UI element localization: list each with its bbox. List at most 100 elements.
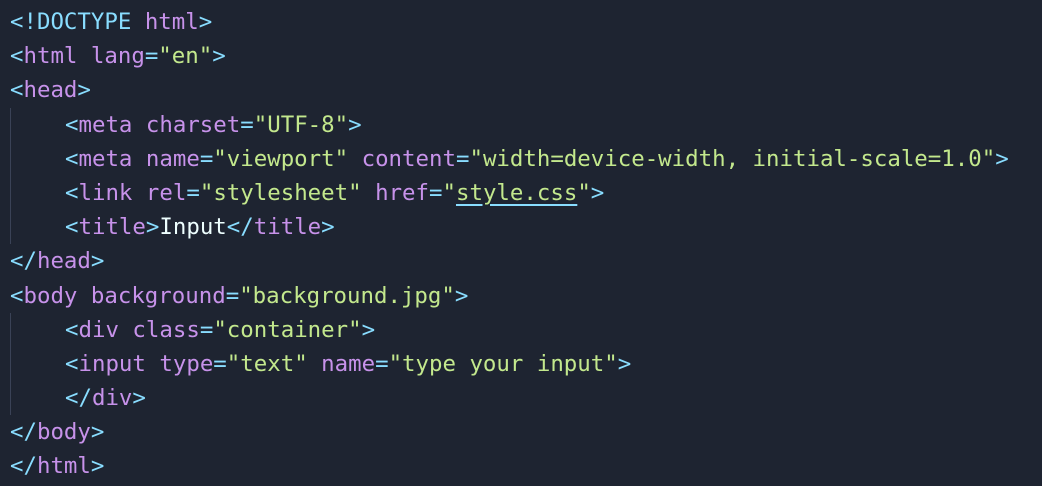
code-line[interactable]: <title>Input</title> — [10, 210, 1009, 244]
code-token: = — [429, 179, 443, 206]
code-token: meta — [78, 145, 133, 172]
code-token: < — [10, 43, 24, 70]
code-token: " — [348, 316, 362, 343]
code-token: < — [65, 145, 79, 172]
code-token: = — [455, 145, 470, 172]
code-token: class — [132, 316, 200, 343]
stylesheet-link[interactable]: style.css — [456, 180, 577, 206]
code-token: link — [78, 179, 133, 206]
code-line[interactable]: <!DOCTYPE html> — [10, 5, 1009, 39]
code-token: " — [441, 282, 455, 309]
code-line[interactable]: <input type="text" name="type your input… — [10, 347, 1009, 381]
code-token: div — [91, 385, 133, 412]
code-line[interactable]: <body background="background.jpg"> — [10, 279, 1009, 313]
code-token: </ — [65, 385, 92, 412]
code-token: UTF-8 — [267, 111, 335, 138]
code-token: " — [604, 350, 618, 377]
code-token: < — [65, 214, 79, 241]
code-line[interactable]: <html lang="en"> — [10, 39, 1009, 73]
code-line[interactable]: <div class="container"> — [10, 313, 1009, 347]
code-token: </ — [10, 419, 37, 446]
code-token: content — [361, 145, 456, 172]
code-text-area[interactable]: <!DOCTYPE html> <html lang="en"> <head> <me… — [10, 5, 1009, 484]
code-token: " — [294, 350, 308, 377]
code-line[interactable]: </body> — [10, 415, 1009, 449]
code-token: type your input — [402, 350, 605, 377]
code-line[interactable]: <meta name="viewport" content="width=dev… — [10, 142, 1009, 176]
code-token: Input — [159, 214, 227, 241]
code-token: " — [469, 145, 483, 172]
code-token: " — [226, 350, 241, 377]
code-token: title — [253, 214, 322, 241]
code-token: = — [144, 43, 159, 70]
code-token: </ — [226, 214, 254, 241]
code-token: > — [348, 111, 362, 138]
code-token: " — [158, 43, 172, 70]
code-token: name — [145, 145, 200, 172]
code-token: meta — [78, 111, 133, 138]
code-line[interactable]: <meta charset="UTF-8"> — [10, 108, 1009, 142]
code-token: type — [159, 350, 214, 377]
code-token: > — [321, 214, 335, 241]
code-line[interactable]: </div> — [10, 381, 1009, 415]
code-token: head — [36, 248, 91, 275]
code-token: < — [65, 111, 79, 138]
code-token: background.jpg — [252, 282, 442, 309]
code-token: = — [186, 179, 200, 206]
code-token: " — [334, 145, 349, 172]
code-editor[interactable]: <!DOCTYPE html> <html lang="en"> <head> <me… — [0, 0, 1042, 486]
code-token: < — [10, 282, 24, 309]
code-token: " — [348, 179, 362, 206]
code-token: = — [213, 350, 227, 377]
code-token: " — [253, 111, 268, 138]
code-token: input — [78, 350, 146, 377]
code-token: > — [361, 316, 376, 343]
code-token: rel — [145, 179, 187, 206]
code-token: = — [240, 111, 254, 138]
code-token: > — [90, 248, 105, 275]
code-token: < — [65, 350, 79, 377]
code-token: href — [375, 179, 430, 206]
code-token: width=device-width, initial-scale=1.0 — [482, 145, 982, 172]
code-token: text — [240, 350, 295, 377]
code-token: = — [199, 316, 214, 343]
code-token: " — [199, 179, 214, 206]
code-token: " — [388, 350, 403, 377]
code-line[interactable]: <head> — [10, 73, 1009, 107]
code-token: html — [36, 453, 91, 480]
code-line[interactable]: </head> — [10, 244, 1009, 278]
code-token: > — [90, 419, 105, 446]
code-token: title — [78, 214, 146, 241]
code-token: > — [132, 385, 146, 412]
code-token: > — [454, 282, 469, 309]
code-token: name — [321, 350, 376, 377]
code-token: < — [10, 77, 24, 104]
code-token: = — [225, 282, 240, 309]
code-token: " — [213, 145, 227, 172]
code-token: charset — [145, 111, 241, 138]
code-token: > — [145, 214, 160, 241]
code-line[interactable]: </html> — [10, 449, 1009, 483]
code-token: lang — [90, 43, 145, 70]
code-token: > — [995, 145, 1009, 172]
code-token: > — [77, 77, 91, 104]
code-token: </ — [10, 248, 37, 275]
code-token: > — [617, 350, 632, 377]
code-token: head — [23, 77, 78, 104]
code-token: " — [577, 179, 591, 206]
code-token: < — [65, 179, 79, 206]
code-token: container — [226, 316, 349, 343]
code-token: " — [213, 316, 227, 343]
code-token: > — [198, 9, 213, 35]
code-token: " — [334, 111, 349, 138]
code-line[interactable]: <link rel="stylesheet" href="style.css"> — [10, 176, 1009, 210]
